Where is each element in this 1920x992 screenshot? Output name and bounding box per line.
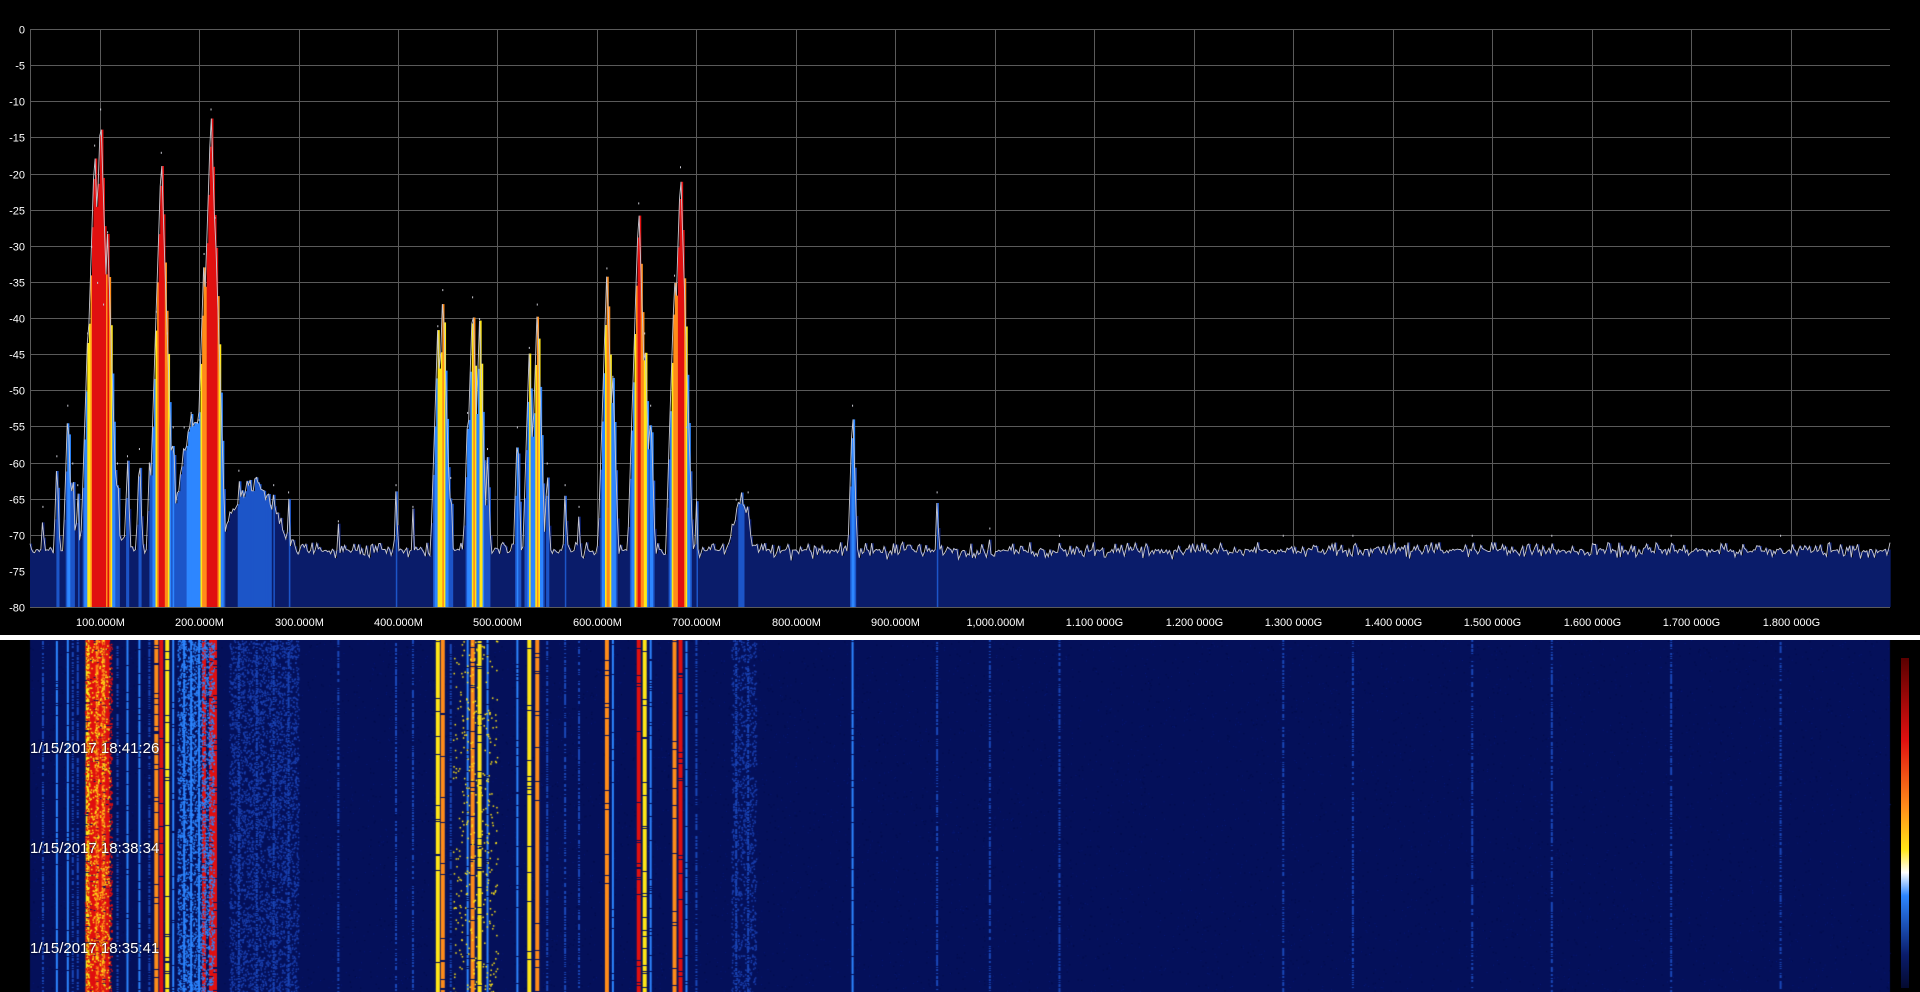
- y-tick-label: -65: [9, 495, 25, 507]
- x-tick-label: 1.800 000G: [1763, 617, 1821, 629]
- y-tick-label: -55: [9, 422, 25, 434]
- y-tick-label: -35: [9, 278, 25, 290]
- x-tick-label: 1.200 000G: [1166, 617, 1224, 629]
- y-tick-label: -70: [9, 531, 25, 543]
- y-tick-label: -60: [9, 459, 25, 471]
- x-tick-label: 800.000M: [772, 617, 821, 629]
- x-tick-label: 200.000M: [175, 617, 224, 629]
- spectrum-bin: [1888, 549, 1891, 607]
- x-tick-label: 400.000M: [374, 617, 423, 629]
- x-tick-label: 1.700 000G: [1663, 617, 1721, 629]
- y-tick-label: -25: [9, 206, 25, 218]
- x-tick-label: 100.000M: [76, 617, 125, 629]
- waterfall-color-scale: [1901, 658, 1909, 988]
- y-tick-label: 0: [19, 25, 25, 37]
- y-tick-label: -40: [9, 314, 25, 326]
- spectrum-plot[interactable]: 0 -5 -10 -15 -20 -25 -30 -35 -40 -45 -50 -55 -60 -65 -…: [0, 0, 1920, 635]
- x-tick-label: 1,000.000M: [966, 617, 1024, 629]
- y-tick-label: -10: [9, 97, 25, 109]
- spectrum-fill: [30, 118, 1891, 608]
- x-tick-label: 1.300 000G: [1265, 617, 1323, 629]
- y-tick-label: -20: [9, 170, 25, 182]
- x-tick-label: 1.100 000G: [1066, 617, 1124, 629]
- waterfall-canvas[interactable]: [0, 640, 1920, 992]
- waterfall-panel[interactable]: 1/15/2017 18:41:26 1/15/2017 18:38:34 1/…: [0, 640, 1920, 992]
- x-tick-label: 1.600 000G: [1564, 617, 1622, 629]
- y-tick-label: -75: [9, 567, 25, 579]
- y-tick-label: -15: [9, 133, 25, 145]
- waterfall-timestamp: 1/15/2017 18:38:34: [30, 840, 160, 857]
- x-tick-label: 300.000M: [275, 617, 324, 629]
- y-tick-label: -45: [9, 350, 25, 362]
- y-tick-label: -50: [9, 386, 25, 398]
- x-tick-label: 500.000M: [473, 617, 522, 629]
- waterfall-timestamp: 1/15/2017 18:35:41: [30, 940, 160, 957]
- x-tick-label: 1.400 000G: [1365, 617, 1423, 629]
- x-tick-label: 1.500 000G: [1464, 617, 1522, 629]
- x-tick-label: 700.000M: [672, 617, 721, 629]
- x-tick-label: 900.000M: [871, 617, 920, 629]
- y-tick-label: -30: [9, 242, 25, 254]
- spectrum-grid: [30, 29, 1890, 608]
- spectrum-panel[interactable]: 0 -5 -10 -15 -20 -25 -30 -35 -40 -45 -50 -55 -60 -65 -…: [0, 0, 1920, 635]
- x-tick-label: 600.000M: [573, 617, 622, 629]
- waterfall-timestamp: 1/15/2017 18:41:26: [30, 740, 160, 757]
- y-tick-label: -5: [15, 61, 25, 73]
- y-tick-label: -80: [9, 603, 25, 615]
- spectrum-trace: [29, 118, 1891, 561]
